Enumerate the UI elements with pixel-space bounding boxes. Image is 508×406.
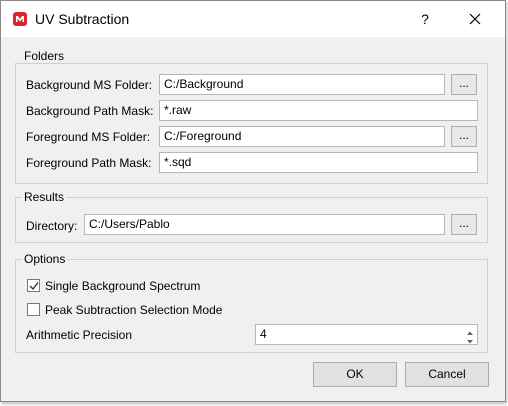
peak-subtraction-label[interactable]: Peak Subtraction Selection Mode <box>45 303 222 317</box>
uv-subtraction-dialog: UV Subtraction ? Folders Background MS F… <box>0 0 506 402</box>
background-ms-folder-input[interactable]: C:/Background <box>159 74 445 95</box>
dialog-title: UV Subtraction <box>35 11 130 27</box>
foreground-path-mask-input[interactable]: *.sqd <box>159 152 478 173</box>
foreground-path-mask-label: Foreground Path Mask: <box>26 156 152 170</box>
title-bar[interactable]: UV Subtraction ? <box>1 1 505 37</box>
directory-input[interactable]: C:/Users/Pablo <box>84 214 445 235</box>
close-icon <box>469 13 481 25</box>
close-button[interactable] <box>463 7 487 31</box>
single-background-label[interactable]: Single Background Spectrum <box>45 279 200 293</box>
ok-button[interactable]: OK <box>313 362 397 387</box>
peak-subtraction-checkbox[interactable] <box>27 303 40 316</box>
folders-group-label: Folders <box>22 49 67 63</box>
background-ms-folder-label: Background MS Folder: <box>26 78 153 92</box>
help-button[interactable]: ? <box>413 7 437 31</box>
background-ms-browse-button[interactable]: ... <box>451 74 477 95</box>
background-path-mask-label: Background Path Mask: <box>26 104 154 118</box>
checkmark-icon <box>29 282 39 291</box>
background-path-mask-input[interactable]: *.raw <box>159 100 478 121</box>
results-group-label: Results <box>22 190 67 204</box>
arithmetic-precision-value: 4 <box>260 327 267 341</box>
foreground-ms-browse-button[interactable]: ... <box>451 126 477 147</box>
arithmetic-precision-label: Arithmetic Precision <box>26 328 133 342</box>
app-logo-icon <box>13 12 27 26</box>
directory-browse-button[interactable]: ... <box>451 214 477 235</box>
foreground-ms-folder-label: Foreground MS Folder: <box>26 130 151 144</box>
cancel-button[interactable]: Cancel <box>405 362 489 387</box>
spin-up-arrow-icon[interactable] <box>465 326 475 335</box>
directory-label: Directory: <box>26 219 78 233</box>
arithmetic-precision-spinbox[interactable]: 4 <box>255 324 478 345</box>
single-background-checkbox[interactable] <box>27 279 40 292</box>
options-group-label: Options <box>22 252 68 266</box>
spin-down-arrow-icon[interactable] <box>465 335 475 344</box>
foreground-ms-folder-input[interactable]: C:/Foreground <box>159 126 445 147</box>
